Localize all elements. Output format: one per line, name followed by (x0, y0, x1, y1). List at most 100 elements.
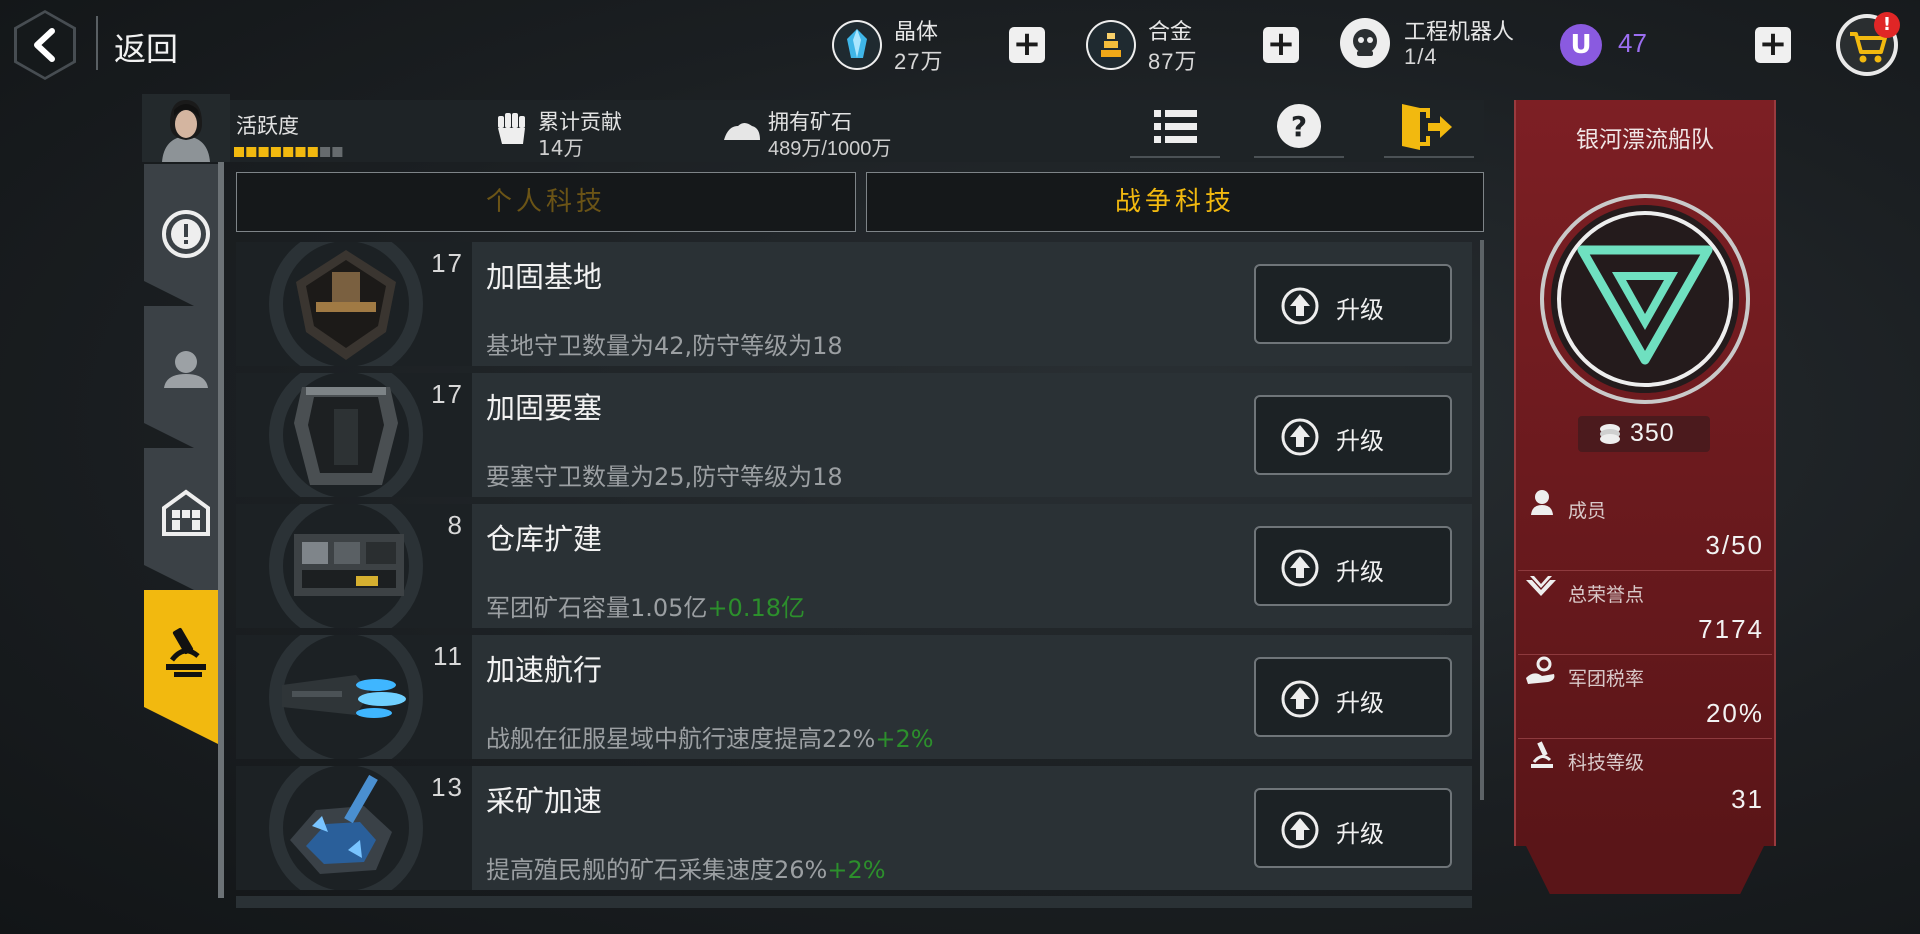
upgrade-arrow-icon (1281, 811, 1319, 849)
upgrade-button[interactable]: 升级 (1254, 395, 1452, 475)
members-value: 3/50 (1705, 530, 1764, 560)
add-crystal-button[interactable]: + (1009, 27, 1045, 63)
upgrade-button[interactable]: 升级 (1254, 526, 1452, 606)
tech-title: 加速航行 (486, 653, 603, 687)
upgrade-arrow-icon (1281, 549, 1319, 587)
upgrade-button[interactable]: 升级 (1254, 788, 1452, 868)
activity-segment (320, 147, 331, 157)
tech-level: 13 (431, 772, 464, 802)
list-button[interactable] (1130, 102, 1220, 158)
tech-title: 加固要塞 (486, 391, 603, 425)
list-scrollbar[interactable] (1480, 240, 1484, 800)
help-button[interactable]: ? (1254, 102, 1344, 158)
alloy-value: 87万 (1148, 49, 1198, 74)
activity-segment (270, 147, 281, 157)
upgrade-arrow-icon (1281, 418, 1319, 456)
avatar[interactable] (142, 94, 230, 162)
tech-description: 军团矿石容量1.05亿+0.18亿 (486, 594, 805, 622)
tab-warehouse[interactable] (144, 448, 218, 602)
contribution-value: 14万 (538, 136, 584, 160)
tech-row: 17 加固基地 基地守卫数量为42,防守等级为18 升级 (236, 242, 1472, 366)
legion-emblem-icon (1540, 194, 1750, 404)
tech-level: 17 (431, 379, 464, 409)
coin-stack-icon (1600, 424, 1620, 444)
stat-divider (1518, 738, 1772, 739)
exit-door-icon (1402, 104, 1452, 150)
shop-alert-badge: ! (1874, 12, 1900, 38)
robot-label: 工程机器人 (1404, 20, 1515, 45)
back-label[interactable]: 返回 (114, 24, 178, 70)
tech-row: 13 采矿加速 提高殖民舰的矿石采集速度26%+2% 升级 (236, 766, 1472, 890)
add-premium-button[interactable]: + (1755, 27, 1791, 63)
upgrade-arrow-icon (1281, 287, 1319, 325)
upgrade-arrow-icon (1281, 680, 1319, 718)
tech-title: 加固基地 (486, 260, 603, 294)
alloy-label: 合金 (1148, 20, 1193, 45)
upgrade-button[interactable]: 升级 (1254, 264, 1452, 344)
tax-value: 20% (1705, 698, 1764, 728)
tab-notice[interactable] (144, 164, 218, 318)
tech-description: 基地守卫数量为42,防守等级为18 (486, 332, 843, 360)
question-icon: ? (1277, 104, 1321, 148)
wings-icon (1524, 574, 1558, 608)
list-icon (1154, 110, 1197, 143)
crystal-icon (832, 20, 882, 70)
tech-row: 11 加速航行 战舰在征服星域中航行速度提高22%+2% 升级 (236, 635, 1472, 759)
activity-segment (246, 147, 257, 157)
activity-meter (234, 142, 346, 157)
add-alloy-button[interactable]: + (1263, 27, 1299, 63)
alloy-icon (1086, 20, 1136, 70)
activity-segment (307, 147, 318, 157)
crystal-value: 27万 (894, 49, 944, 74)
stat-divider (1518, 570, 1772, 571)
tab-tech[interactable] (144, 590, 218, 744)
honor-label: 总荣誉点 (1568, 584, 1645, 606)
legion-panel-banner-tail (1526, 846, 1764, 894)
activity-label: 活跃度 (236, 114, 299, 138)
microscope-icon (1528, 740, 1556, 774)
activity-segment (332, 147, 343, 157)
microscope-icon (166, 627, 206, 677)
member-icon (1528, 488, 1556, 520)
tech-description: 提高殖民舰的矿石采集速度26%+2% (486, 856, 886, 884)
tech-level: 11 (433, 641, 464, 671)
members-label: 成员 (1568, 500, 1607, 522)
tab-war-tech[interactable]: 战争科技 (866, 172, 1484, 232)
activity-segment (234, 147, 244, 157)
activity-segment (283, 147, 294, 157)
tab-rail (218, 162, 224, 898)
tax-icon (1524, 656, 1558, 690)
ore-icon (722, 118, 762, 146)
person-icon (164, 351, 208, 388)
list-next-row-edge (236, 896, 1472, 908)
tech-description: 要塞守卫数量为25,防守等级为18 (486, 463, 843, 491)
tech-description: 战舰在征服星域中航行速度提高22%+2% (486, 725, 934, 753)
back-button[interactable] (14, 10, 76, 80)
tech-row: 8 仓库扩建 军团矿石容量1.05亿+0.18亿 升级 (236, 504, 1472, 628)
robot-icon (1340, 18, 1390, 68)
legion-name: 银河漂流船队 (1576, 127, 1714, 153)
back-arrow-icon (34, 28, 55, 62)
stat-divider (1518, 654, 1772, 655)
fist-icon (494, 110, 528, 152)
upgrade-button[interactable]: 升级 (1254, 657, 1452, 737)
exit-legion-button[interactable] (1384, 102, 1474, 158)
tech-row: 17 加固要塞 要塞守卫数量为25,防守等级为18 升级 (236, 373, 1472, 497)
premium-currency-icon: U (1560, 24, 1602, 66)
tech-level-label: 科技等级 (1568, 752, 1645, 774)
tab-members[interactable] (144, 306, 218, 460)
honor-value: 7174 (1698, 614, 1764, 644)
alert-icon (162, 210, 210, 258)
legion-emblem[interactable] (1534, 188, 1756, 410)
ore-value: 489万/1000万 (768, 138, 892, 160)
tech-title: 采矿加速 (486, 784, 603, 818)
warehouse-icon (162, 489, 210, 536)
svg-text:?: ? (1291, 110, 1307, 143)
tab-personal-tech[interactable]: 个人科技 (236, 172, 856, 232)
tech-level-value: 31 (1731, 784, 1764, 814)
tech-title: 仓库扩建 (486, 522, 603, 556)
premium-value: 47 (1618, 28, 1647, 58)
header-divider (96, 16, 98, 70)
tax-label: 军团税率 (1568, 668, 1645, 690)
robot-value: 1/4 (1404, 44, 1438, 69)
